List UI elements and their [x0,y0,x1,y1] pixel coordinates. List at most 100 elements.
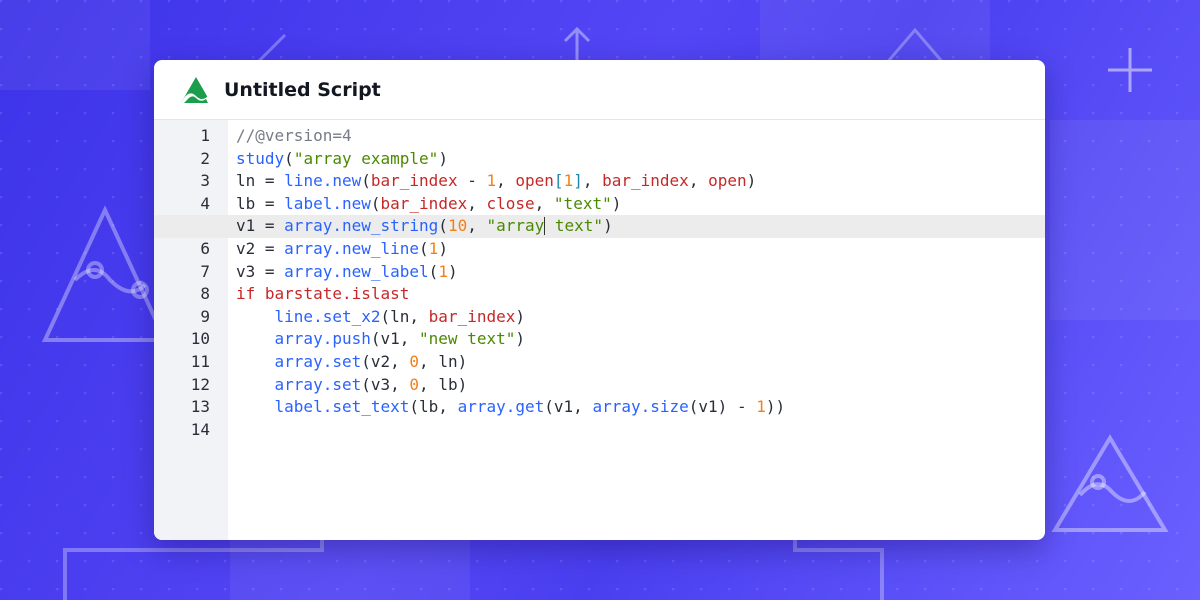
code-token: ( [361,171,371,191]
code-token: , [534,193,554,213]
code-token: , [496,171,516,191]
background-block [0,0,150,90]
code-token: , ln) [419,351,468,371]
code-token: = [255,216,285,236]
line-number: 1 [200,126,210,145]
code-token: array.push [274,329,371,349]
code-token: , [688,171,709,191]
code-token: = [255,171,285,191]
code-line[interactable]: v2 = array.new_line(1) [228,238,1045,261]
code-token: "text" [553,193,612,213]
code-token: (lb, [409,397,458,417]
code-token: array.new_string [284,216,439,236]
line-number: 2 [200,148,210,168]
code-token: "array [486,216,545,236]
code-token: v2 [236,238,256,258]
code-token: bar_index [380,193,468,213]
code-line[interactable]: array.push(v1, "new text") [228,328,1045,351]
code-token: v3 [236,261,256,281]
code-token: array.set [274,374,362,394]
code-line[interactable]: array.set(v2, 0, ln) [228,351,1045,374]
line-number: 11 [190,351,210,371]
line-number: 8 [200,284,210,304]
line-number: 4 [200,193,210,213]
code-token: v1 [236,216,256,236]
editor-titlebar: Untitled Script [154,60,1045,120]
code-token: "array example" [293,148,439,168]
code-token: = [255,193,285,213]
code-token: array.new_label [284,261,429,281]
code-token: , lb) [419,374,468,394]
plus-icon [1108,48,1152,92]
code-line[interactable]: ln = line.new(bar_index - 1, open[1], ba… [228,170,1045,193]
line-number: 13 [190,397,210,417]
code-token: ( [438,216,448,236]
code-token: (ln, [380,306,429,326]
line-number: 6 [200,238,210,258]
arrow-up-icon [563,26,591,63]
code-token: (v1) [688,397,737,417]
line-number: 3 [200,171,210,191]
code-token: text" [545,216,604,236]
code-line[interactable] [228,419,1045,442]
line-number-gutter: 1234567891011121314 [154,120,228,540]
code-token: ) [438,238,448,258]
code-token: "new text" [419,329,516,349]
code-token: - [736,397,747,417]
code-token: , [467,193,487,213]
code-token: 1 [428,238,439,258]
code-token: ) [515,329,525,349]
code-token: array.size [592,397,689,417]
code-token: ) [746,171,757,191]
code-token: 0 [409,351,420,371]
script-title[interactable]: Untitled Script [224,79,381,101]
code-token: ) [515,306,526,326]
code-editor[interactable]: 1234567891011121314 //@version=4study("a… [154,120,1045,540]
code-token: ( [428,261,439,281]
line-number: 12 [190,374,210,394]
code-line[interactable]: line.set_x2(ln, bar_index) [228,306,1045,329]
code-token: ( [370,193,381,213]
code-line[interactable]: v3 = array.new_label(1) [228,261,1045,284]
line-number: 9 [200,306,210,326]
code-area[interactable]: //@version=4 study("array example") ln = l… [154,120,1045,540]
background-block [1050,120,1200,320]
code-token: - [457,171,487,191]
code-token: 0 [409,374,420,394]
code-token: label.set_text [274,397,410,417]
code-token: = [255,238,285,258]
code-line[interactable]: label.set_text(lb, array.get(v1, array.s… [228,396,1045,419]
code-line[interactable]: array.set(v3, 0, lb) [228,374,1045,397]
code-token: ) [611,193,622,213]
code-token: )) [765,397,786,417]
code-token: open [708,171,747,191]
code-token: study [236,148,285,168]
code-token: = [255,261,285,281]
tradingview-mountain-logo-icon [181,76,211,103]
code-token: open [515,171,554,191]
code-line[interactable]: if barstate.islast [228,283,1045,306]
code-token: ) [447,261,458,281]
mountain-outline-icon [41,205,169,342]
code-token: close [486,193,535,213]
script-editor-window: Untitled Script 1234567891011121314 //@v… [154,60,1045,540]
line-number: 10 [190,329,210,349]
code-token: (v1, [370,329,420,349]
code-token: (v3, [361,374,410,394]
code-token: , [582,171,603,191]
code-token: 1 [756,397,766,417]
code-line[interactable]: v1 = array.new_string(10, "array text") [228,215,1045,238]
code-token: ) [438,148,448,168]
code-token: 1 [438,261,448,281]
code-token: label.new [284,193,371,213]
code-line[interactable]: lb = label.new(bar_index, close, "text") [228,193,1045,216]
code-token: (v2, [361,351,410,371]
code-line[interactable]: study("array example") [228,148,1045,171]
code-line[interactable]: //@version=4 [228,125,1045,148]
